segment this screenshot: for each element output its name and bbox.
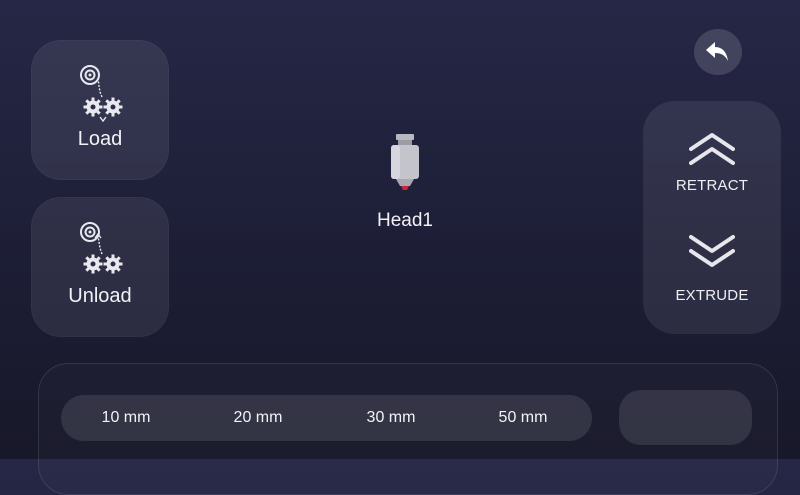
- back-arrow-icon: [706, 42, 728, 61]
- unload-label: Unload: [68, 285, 132, 307]
- unload-filament-button[interactable]: Unload: [31, 197, 169, 337]
- distance-option-10mm[interactable]: 10 mm: [71, 395, 181, 441]
- back-button[interactable]: [694, 29, 742, 75]
- filament-unload-icon: [80, 222, 123, 274]
- retract-button[interactable]: RETRACT: [643, 125, 781, 225]
- distance-panel: 10 mm 20 mm 30 mm 50 mm: [38, 363, 778, 495]
- head-display: Head1: [360, 134, 450, 234]
- distance-option-20mm[interactable]: 20 mm: [203, 395, 313, 441]
- nozzle-icon: [391, 134, 419, 190]
- extrude-button[interactable]: EXTRUDE: [643, 227, 781, 327]
- extrude-label: EXTRUDE: [675, 287, 749, 304]
- head-label: Head1: [377, 210, 433, 231]
- extruder-control-panel: RETRACT EXTRUDE: [643, 101, 781, 334]
- double-chevron-down-icon: [689, 235, 735, 267]
- retract-label: RETRACT: [675, 177, 749, 194]
- distance-option-50mm[interactable]: 50 mm: [468, 395, 578, 441]
- custom-distance-button[interactable]: [619, 390, 752, 445]
- distance-option-30mm[interactable]: 30 mm: [336, 395, 446, 441]
- load-filament-button[interactable]: Load: [31, 40, 169, 180]
- filament-load-icon: [80, 65, 123, 122]
- distance-selector: 10 mm 20 mm 30 mm 50 mm: [61, 395, 592, 441]
- load-label: Load: [77, 128, 123, 150]
- double-chevron-up-icon: [689, 133, 735, 165]
